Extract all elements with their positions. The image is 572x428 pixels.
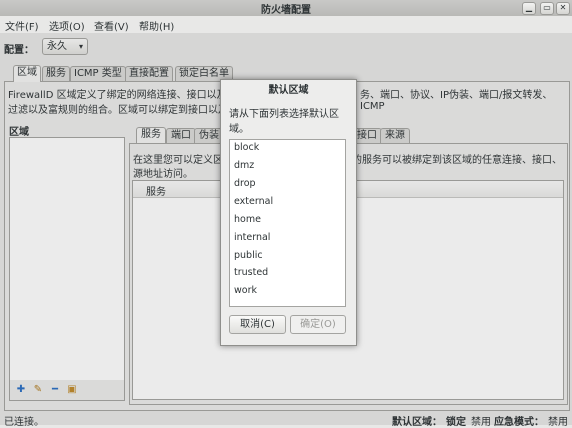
dialog-message: 请从下面列表选择默认区域。 [229,109,339,135]
menu-view[interactable]: 查看(V) [94,18,129,33]
zone-option-external[interactable]: external [234,193,273,211]
zone-option-home[interactable]: home [234,211,261,229]
zone-option-block[interactable]: block [234,139,259,157]
maximize-icon: ▭ [543,3,551,12]
menu-help[interactable]: 帮助(H) [139,18,174,33]
zone-option-trusted[interactable]: trusted [234,264,268,282]
maximize-button[interactable]: ▭ [540,2,554,15]
zone-option-internal[interactable]: internal [234,229,270,247]
zone-option-drop[interactable]: drop [234,175,256,193]
close-icon: ✕ [559,3,567,12]
ok-button[interactable]: 确定(O) [290,315,346,334]
dialog-title: 默认区域 [268,85,309,96]
minimize-button[interactable]: ▁ [522,2,536,15]
minimize-icon: ▁ [525,3,533,12]
window-title: 防火墙配置 [261,5,311,16]
zone-option-work[interactable]: work [234,282,257,300]
menu-file[interactable]: 文件(F) [5,18,39,33]
cancel-button[interactable]: 取消(C) [229,315,286,334]
menu-bar [0,16,572,33]
menu-options[interactable]: 选项(O) [49,18,85,33]
zone-option-public[interactable]: public [234,247,263,265]
zone-option-dmz[interactable]: dmz [234,157,254,175]
close-button[interactable]: ✕ [556,2,570,15]
